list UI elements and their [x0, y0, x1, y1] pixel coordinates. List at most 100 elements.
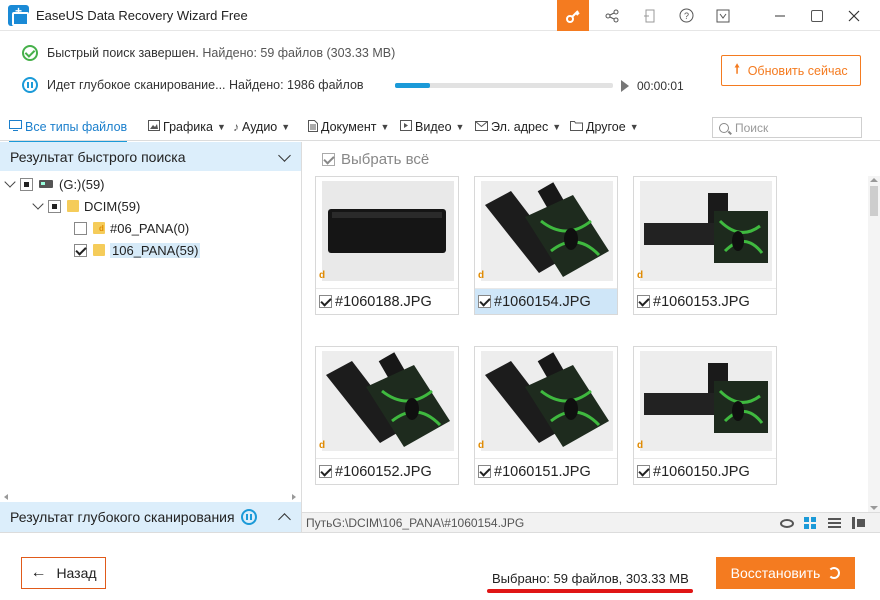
filter-audio[interactable]: ♪ Аудио ▼	[233, 116, 290, 138]
share-icon[interactable]	[596, 0, 628, 31]
restore-button[interactable]: Восстановить	[716, 557, 855, 589]
pause-icon[interactable]	[22, 77, 38, 93]
filter-document[interactable]: Документ ▼	[308, 116, 389, 138]
photo-thumbnail[interactable]	[480, 350, 613, 451]
tree-checkbox[interactable]	[74, 221, 87, 235]
photo-thumbnail[interactable]	[639, 180, 772, 281]
file-tile[interactable]: d #1060154.JPG	[474, 176, 618, 315]
deep-scan-result-header[interactable]: Результат глубокого сканирования	[0, 502, 301, 532]
file-name: #1060188.JPG	[335, 293, 432, 310]
filter-graphics[interactable]: Графика ▼	[148, 116, 226, 138]
deep-scan-found: Найдено: 1986 файлов	[229, 78, 364, 92]
tree-node-06-pana[interactable]: #06_PANA(0)	[74, 218, 189, 238]
search-placeholder: Поиск	[735, 120, 769, 135]
filter-email[interactable]: Эл. адрес ▼	[475, 116, 561, 138]
deleted-marker-icon: d	[637, 440, 644, 451]
detail-view-icon[interactable]	[852, 517, 866, 529]
scroll-left-icon[interactable]	[4, 494, 8, 500]
file-checkbox[interactable]	[478, 465, 491, 478]
filter-other[interactable]: Другое ▼	[570, 116, 639, 138]
file-tile[interactable]: d #1060153.JPG	[633, 176, 777, 315]
menu-dropdown-icon[interactable]	[707, 0, 739, 31]
filter-label: Аудио	[242, 120, 278, 134]
filter-video[interactable]: Видео ▼	[400, 116, 464, 138]
file-tile[interactable]: d #1060151.JPG	[474, 346, 618, 485]
photo-thumbnail[interactable]	[321, 180, 454, 281]
deleted-marker-icon: d	[478, 440, 485, 451]
preview-eye-icon[interactable]	[780, 519, 794, 528]
expand-toggle[interactable]	[32, 198, 44, 210]
update-now-button[interactable]: 🠕 Обновить сейчас	[721, 55, 861, 86]
chevron-up-icon[interactable]	[278, 513, 291, 526]
photo-thumbnail[interactable]	[639, 350, 772, 451]
back-button[interactable]: ← Назад	[21, 557, 106, 589]
photo-thumbnail[interactable]	[321, 350, 454, 451]
tree-node-dcim[interactable]: DCIM(59)	[32, 196, 140, 216]
vertical-scrollbar[interactable]	[868, 176, 880, 512]
tree-checkbox[interactable]	[48, 199, 61, 213]
horizontal-scrollbar[interactable]	[4, 494, 296, 500]
search-icon	[719, 122, 729, 133]
file-tile[interactable]: d #1060150.JPG	[633, 346, 777, 485]
key-icon[interactable]	[557, 0, 589, 31]
close-button[interactable]	[838, 0, 870, 31]
select-all-checkbox[interactable]: Выбрать всё	[322, 151, 429, 168]
expand-toggle[interactable]	[4, 176, 16, 188]
file-name-row[interactable]: #1060153.JPG	[634, 288, 776, 314]
chevron-down-icon[interactable]	[278, 149, 291, 162]
maximize-button[interactable]	[801, 0, 833, 31]
deleted-marker-icon: d	[637, 270, 644, 281]
quick-scan-found: Найдено: 59 файлов (303.33 MB)	[202, 46, 396, 60]
folder-tree-panel: Результат быстрого поиска (G:)(59) DCIM(…	[0, 142, 302, 532]
scroll-right-icon[interactable]	[292, 494, 296, 500]
tree-checkbox[interactable]	[20, 177, 33, 191]
list-view-icon[interactable]	[828, 517, 842, 529]
back-label: Назад	[56, 565, 97, 581]
file-path: ПутьG:\DCIM\106_PANA\#1060154.JPG	[306, 515, 525, 530]
scrollbar-thumb[interactable]	[870, 186, 878, 216]
chevron-down-icon: ▼	[455, 122, 465, 132]
file-name-row[interactable]: #1060150.JPG	[634, 458, 776, 484]
svg-text:?: ?	[683, 11, 688, 21]
file-name-row[interactable]: #1060151.JPG	[475, 458, 617, 484]
arrow-up-icon: 🠕	[734, 62, 740, 76]
photo-thumbnail[interactable]	[480, 180, 613, 281]
thumbnail-view-icon[interactable]	[804, 517, 818, 529]
filter-label: Все типы файлов	[25, 120, 128, 134]
deleted-marker-icon: d	[478, 270, 485, 281]
tree-checkbox[interactable]	[74, 243, 87, 257]
deep-scan-status: Идет глубокое сканирование... Найдено: 1…	[22, 77, 364, 93]
chevron-down-icon: ▼	[216, 122, 226, 132]
file-checkbox[interactable]	[478, 295, 491, 308]
file-name-row[interactable]: #1060154.JPG	[475, 288, 617, 314]
folder-icon	[93, 244, 105, 256]
filter-label: Видео	[415, 120, 452, 134]
file-checkbox[interactable]	[319, 295, 332, 308]
scroll-up-icon[interactable]	[870, 178, 878, 182]
file-name-row[interactable]: #1060188.JPG	[316, 288, 458, 314]
filter-label: Графика	[163, 120, 213, 134]
file-checkbox[interactable]	[637, 295, 650, 308]
tree-node-106-pana[interactable]: 106_PANA(59)	[74, 240, 201, 260]
file-name-row[interactable]: #1060152.JPG	[316, 458, 458, 484]
file-tile[interactable]: d #1060152.JPG	[315, 346, 459, 485]
file-preview-panel: Выбрать всё d #1060188.JPG d #1060154.JPG d #…	[302, 142, 880, 532]
pause-icon[interactable]	[240, 509, 257, 525]
filter-label: Эл. адрес	[491, 120, 549, 134]
help-icon[interactable]: ?	[670, 0, 702, 31]
filter-all-types[interactable]: Все типы файлов	[9, 116, 128, 143]
file-checkbox[interactable]	[319, 465, 332, 478]
minimize-button[interactable]	[764, 0, 796, 31]
file-checkbox[interactable]	[637, 465, 650, 478]
quick-search-result-header[interactable]: Результат быстрого поиска	[0, 142, 301, 171]
window-title: EaseUS Data Recovery Wizard Free	[36, 8, 248, 23]
music-icon: ♪	[233, 120, 239, 134]
tree-node-drive[interactable]: (G:)(59)	[4, 174, 105, 194]
checkbox[interactable]	[322, 153, 335, 166]
export-icon[interactable]	[634, 0, 666, 31]
scan-timer: 00:00:01	[637, 79, 684, 93]
play-icon[interactable]	[621, 80, 629, 92]
search-input[interactable]: Поиск	[712, 117, 862, 138]
scroll-down-icon[interactable]	[870, 506, 878, 510]
file-tile[interactable]: d #1060188.JPG	[315, 176, 459, 315]
